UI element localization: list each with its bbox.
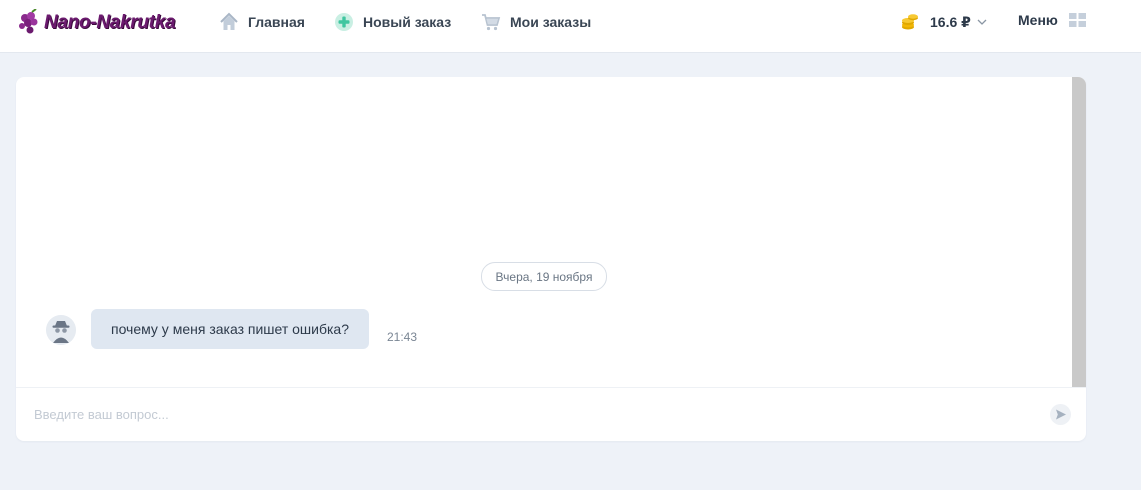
- message-time: 21:43: [387, 330, 418, 344]
- chat-scrollbar[interactable]: [1072, 77, 1086, 387]
- chevron-down-icon: [977, 19, 987, 25]
- chat-panel: Вчера, 19 ноября почему у меня заказ пиш…: [16, 77, 1086, 441]
- incognito-avatar-icon: [46, 315, 76, 345]
- balance-dropdown[interactable]: 16.6 ₽: [900, 12, 987, 32]
- grid-icon: [1068, 13, 1086, 27]
- grape-logo-icon: [19, 9, 38, 34]
- nav-new-order[interactable]: Новый заказ: [334, 12, 451, 32]
- send-button[interactable]: [1050, 404, 1071, 425]
- menu-label: Меню: [1018, 12, 1058, 28]
- nav-my-orders[interactable]: Мои заказы: [481, 12, 591, 32]
- cart-icon: [482, 14, 501, 31]
- coins-icon: [902, 14, 918, 30]
- question-input[interactable]: [34, 403, 1014, 425]
- home-icon: [220, 12, 238, 30]
- top-navigation-bar: Nano-Nakrutka Главная Новый заказ Мои за…: [0, 0, 1141, 53]
- message-bubble: почему у меня заказ пишет ошибка?: [91, 309, 370, 349]
- date-separator: Вчера, 19 ноября: [481, 262, 607, 291]
- menu-button[interactable]: Меню: [1018, 12, 1086, 28]
- balance-amount: 16.6 ₽: [930, 13, 971, 30]
- brand-name: Nano-Nakrutka: [44, 12, 176, 33]
- nav-home-label: Главная: [248, 14, 305, 30]
- send-icon: [1056, 409, 1066, 420]
- input-divider: [16, 387, 1086, 388]
- avatar: [46, 315, 76, 345]
- nav-home[interactable]: Главная: [219, 12, 305, 32]
- message-text: почему у меня заказ пишет ошибка?: [111, 321, 350, 337]
- plus-circle-icon: [335, 13, 353, 31]
- nav-new-order-label: Новый заказ: [363, 14, 452, 30]
- nav-my-orders-label: Мои заказы: [510, 14, 592, 30]
- brand-logo[interactable]: Nano-Nakrutka: [16, 8, 176, 38]
